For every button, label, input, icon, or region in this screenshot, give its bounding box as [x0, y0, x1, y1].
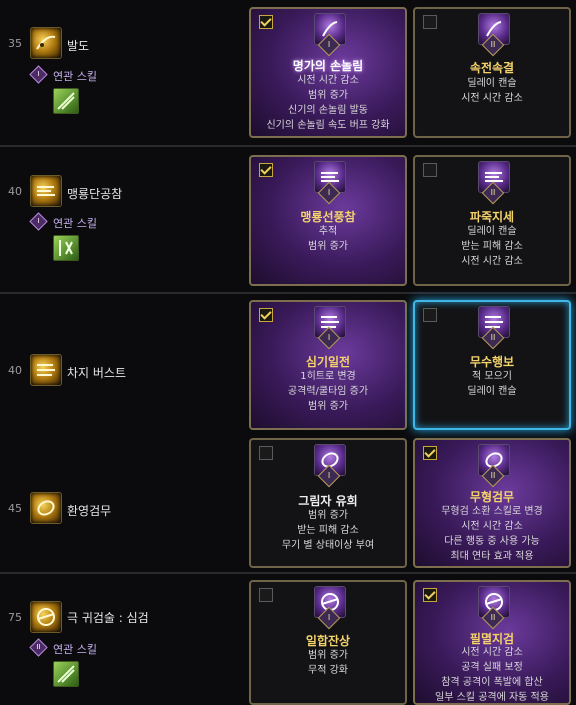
skill-row-4: 45 환영검무 I 그림자 유희 범위 증가 받는 피해 감소 무기 별 상태이… — [0, 432, 576, 572]
green-leaf-skill-icon[interactable] — [53, 88, 79, 114]
option-checkbox[interactable] — [259, 163, 273, 177]
option-title: 일합잔상 — [305, 634, 351, 648]
skill-level: 40 — [8, 364, 22, 377]
option-card-3-2[interactable]: II 무수행보 적 모으기 딜레이 캔슬 — [413, 300, 571, 430]
skill-name: 맹룡단공참 — [67, 187, 123, 201]
spirit-sword-icon[interactable] — [30, 601, 62, 633]
option-title: 속전속결 — [469, 61, 515, 75]
option-card-1-2[interactable]: II 속전속결 딜레이 캔슬 시전 시간 감소 — [413, 7, 571, 138]
green-rune-skill-icon[interactable] — [53, 235, 79, 261]
phantom-sword-dance-icon[interactable] — [30, 492, 62, 524]
skill-row-5: 75 극 귀검술 : 심검 II 연관 스킬 I 일합잔상 범위 증가 무적 강화… — [0, 574, 576, 705]
option-title: 명가의 손놀림 — [292, 59, 364, 73]
option-title: 심기일전 — [305, 355, 351, 369]
skill-name: 발도 — [67, 39, 90, 53]
dragon-strike-icon[interactable] — [30, 175, 62, 207]
option-checkbox[interactable] — [423, 308, 437, 322]
skill-level: 45 — [8, 502, 22, 515]
option-card-3-1[interactable]: I 심기일전 1히트로 변경 공격력/쿨타임 증가 범위 증가 — [249, 300, 407, 430]
skill-row-3: 40 차지 버스트 I 심기일전 1히트로 변경 공격력/쿨타임 증가 범위 증… — [0, 294, 576, 432]
option-title: 파죽지세 — [469, 210, 515, 224]
option-effects: 범위 증가 받는 피해 감소 무기 별 상태이상 부여 — [281, 510, 375, 551]
option-checkbox[interactable] — [259, 15, 273, 29]
skill-name: 극 귀검술 : 심검 — [67, 611, 149, 625]
option-effects: 무형검 소환 스킬로 변경 시전 시간 감소 다른 행동 중 사용 가능 최대 … — [441, 506, 543, 562]
option-checkbox[interactable] — [259, 446, 273, 460]
numeral-badge-icon: II — [29, 638, 48, 657]
option-effects: 시전 시간 감소 공격 실패 보정 참격 공격이 폭발에 합산 일부 스킬 공격… — [435, 647, 549, 703]
option-card-2-1[interactable]: I 맹룡선풍참 추적 범위 증가 — [249, 155, 407, 286]
related-skill-label: I 연관 스킬 — [29, 65, 97, 84]
related-skill-label: I 연관 스킬 — [29, 212, 97, 231]
green-leaf-skill-icon[interactable] — [53, 661, 79, 687]
skill-row-2: 40 맹룡단공참 I 연관 스킬 I 맹룡선풍참 추적 범위 증가 II 파죽지세… — [0, 147, 576, 292]
option-checkbox[interactable] — [423, 15, 437, 29]
charge-burst-icon[interactable] — [30, 354, 62, 386]
skill-level: 40 — [8, 185, 22, 198]
option-effects: 딜레이 캔슬 받는 피해 감소 시전 시간 감소 — [461, 226, 523, 267]
skill-row-1: 35 발도 I 연관 스킬 I 명가의 손놀림 시전 시간 감소 범위 증가 신기… — [0, 0, 576, 145]
option-checkbox[interactable] — [423, 588, 437, 602]
option-effects: 추적 범위 증가 — [308, 226, 348, 252]
option-checkbox[interactable] — [423, 163, 437, 177]
option-effects: 딜레이 캔슬 시전 시간 감소 — [461, 78, 523, 104]
option-title: 무형검무 — [469, 490, 515, 504]
option-effects: 시전 시간 감소 범위 증가 신기의 손놀림 발동 신기의 손놀림 속도 버프 … — [266, 75, 390, 131]
option-title: 맹룡선풍참 — [300, 210, 356, 224]
option-card-2-2[interactable]: II 파죽지세 딜레이 캔슬 받는 피해 감소 시전 시간 감소 — [413, 155, 571, 286]
option-effects: 1히트로 변경 공격력/쿨타임 증가 범위 증가 — [287, 371, 369, 412]
skill-name: 차지 버스트 — [67, 366, 127, 380]
related-skill-label: II 연관 스킬 — [29, 638, 97, 657]
option-title: 무수행보 — [469, 355, 515, 369]
numeral-badge-icon: I — [29, 65, 48, 84]
skill-name: 환영검무 — [67, 504, 112, 518]
option-checkbox[interactable] — [259, 308, 273, 322]
option-card-4-1[interactable]: I 그림자 유희 범위 증가 받는 피해 감소 무기 별 상태이상 부여 — [249, 438, 407, 568]
option-effects: 범위 증가 무적 강화 — [308, 650, 348, 676]
option-checkbox[interactable] — [259, 588, 273, 602]
option-card-1-1[interactable]: I 명가의 손놀림 시전 시간 감소 범위 증가 신기의 손놀림 발동 신기의 … — [249, 7, 407, 138]
numeral-badge-icon: I — [29, 212, 48, 231]
skill-level: 35 — [8, 37, 22, 50]
option-card-5-2[interactable]: II 필멸지검 시전 시간 감소 공격 실패 보정 참격 공격이 폭발에 합산 … — [413, 580, 571, 705]
skill-level: 75 — [8, 611, 22, 624]
option-effects: 적 모으기 딜레이 캔슬 — [467, 371, 517, 397]
option-checkbox[interactable] — [423, 446, 437, 460]
option-card-4-2[interactable]: II 무형검무 무형검 소환 스킬로 변경 시전 시간 감소 다른 행동 중 사… — [413, 438, 571, 568]
slash-arc-icon[interactable] — [30, 27, 62, 59]
option-card-5-1[interactable]: I 일합잔상 범위 증가 무적 강화 — [249, 580, 407, 705]
option-title: 그림자 유희 — [298, 494, 358, 508]
